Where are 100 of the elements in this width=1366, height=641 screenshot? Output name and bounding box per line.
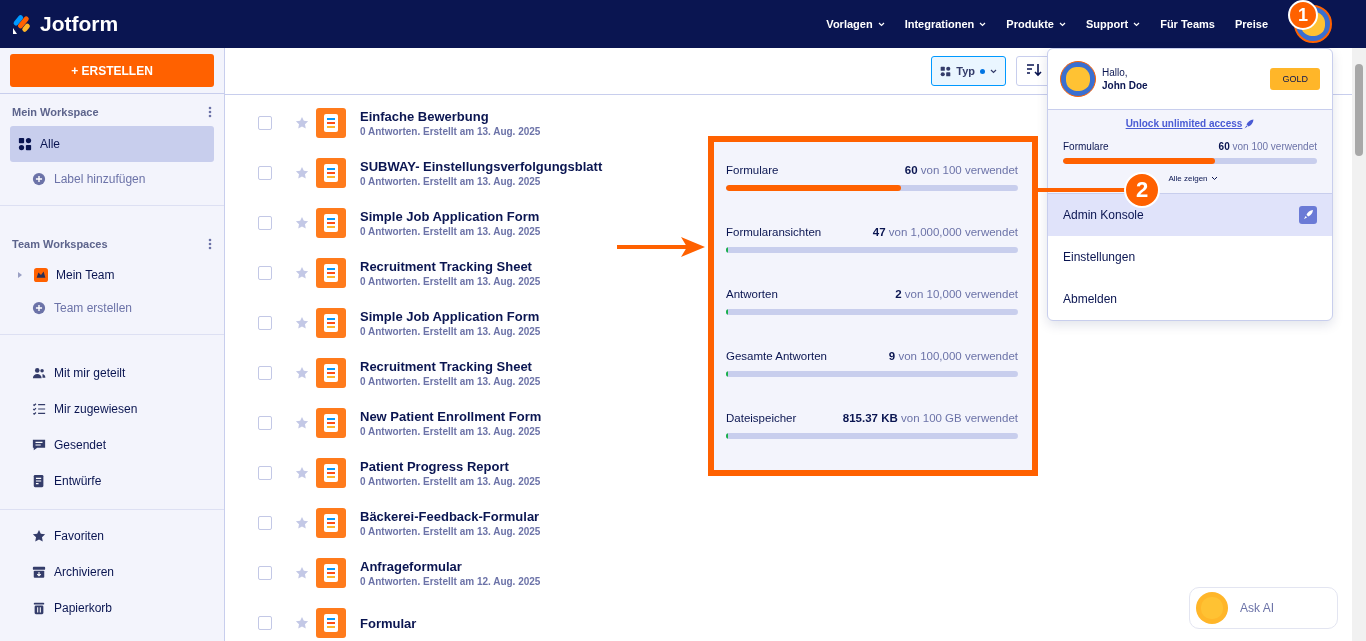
row-checkbox[interactable]	[258, 316, 272, 330]
star-icon[interactable]	[295, 516, 309, 530]
sidebar-item[interactable]: Gesendet	[10, 427, 214, 463]
form-title[interactable]: Patient Progress Report	[360, 459, 541, 474]
usage-count: 2	[895, 288, 902, 300]
sort-icon	[1026, 62, 1042, 77]
form-title[interactable]: Formular	[360, 615, 417, 631]
star-icon[interactable]	[295, 266, 309, 280]
row-checkbox[interactable]	[258, 216, 272, 230]
usage-count: 60	[904, 164, 918, 176]
usage-count: 815.37 KB	[842, 412, 898, 424]
row-checkbox[interactable]	[258, 366, 272, 380]
ask-ai-button[interactable]: Ask AI	[1189, 587, 1338, 629]
sidebar-item[interactable]: Mein Team	[10, 258, 214, 291]
form-meta: 0 Antworten. Erstellt am 13. Aug. 2025	[360, 526, 541, 537]
form-icon	[316, 508, 346, 538]
row-checkbox[interactable]	[258, 416, 272, 430]
usage-label: Dateispeicher	[726, 412, 797, 424]
usage-label: Antworten	[726, 288, 778, 300]
section-title: Team Workspaces	[12, 238, 108, 250]
caret-icon	[990, 68, 997, 74]
form-title[interactable]: Recruitment Tracking Sheet	[360, 359, 541, 374]
row-checkbox[interactable]	[258, 616, 272, 630]
caret-icon	[1210, 176, 1218, 181]
chat-icon	[32, 438, 46, 452]
sidebar-item[interactable]: Alle	[10, 126, 214, 162]
form-meta: 0 Antworten. Erstellt am 13. Aug. 2025	[360, 376, 541, 387]
nav-link[interactable]: Vorlagen	[816, 18, 895, 30]
form-icon	[316, 258, 346, 288]
more-options-icon[interactable]	[208, 106, 212, 118]
form-title[interactable]: Einfache Bewerbung	[360, 109, 541, 124]
form-icon	[316, 558, 346, 588]
form-title[interactable]: New Patient Enrollment Form	[360, 409, 542, 424]
star-icon[interactable]	[295, 566, 309, 580]
usage-limit: von 10,000 verwendet	[904, 288, 1018, 300]
form-icon	[316, 458, 346, 488]
nav-link[interactable]: Preise	[1224, 18, 1278, 30]
people-icon	[32, 366, 46, 380]
star-icon[interactable]	[295, 166, 309, 180]
row-checkbox[interactable]	[258, 566, 272, 580]
show-all-link[interactable]: Alle zeigen	[1163, 174, 1223, 183]
form-title[interactable]: Simple Job Application Form	[360, 309, 541, 324]
sidebar-item[interactable]: Entwürfe	[10, 463, 214, 499]
row-checkbox[interactable]	[258, 466, 272, 480]
assistant-avatar-icon	[1196, 592, 1228, 624]
usage-label: Formulare	[726, 164, 779, 176]
nav-link[interactable]: Support	[1076, 18, 1151, 30]
section-title: Mein Workspace	[12, 106, 99, 118]
sidebar-item[interactable]: Team erstellen	[10, 291, 214, 324]
nav-link[interactable]: Integrationen	[894, 18, 997, 30]
sidebar-item[interactable]: Mir zugewiesen	[10, 391, 214, 427]
star-icon[interactable]	[295, 316, 309, 330]
form-title[interactable]: Anfrageformular	[360, 559, 541, 574]
type-filter-button[interactable]: Typ	[931, 56, 1006, 86]
form-meta: 0 Antworten. Erstellt am 13. Aug. 2025	[360, 326, 541, 337]
usage-limit: von 100 verwendet	[1232, 141, 1317, 152]
form-meta: 0 Antworten. Erstellt am 12. Aug. 2025	[360, 576, 541, 587]
sidebar-item[interactable]: Favoriten	[10, 518, 214, 554]
logo-icon[interactable]	[12, 13, 32, 35]
row-checkbox[interactable]	[258, 116, 272, 130]
upgrade-link[interactable]: Unlock unlimited access	[1125, 118, 1243, 129]
logo-wordmark[interactable]: Jotform	[40, 12, 119, 36]
form-title[interactable]: Simple Job Application Form	[360, 209, 541, 224]
nav-link[interactable]: Produkte	[996, 18, 1076, 30]
form-title[interactable]: Recruitment Tracking Sheet	[360, 259, 541, 274]
grid-icon	[940, 65, 952, 77]
more-options-icon[interactable]	[208, 238, 212, 250]
sidebar-item[interactable]: Archivieren	[10, 554, 214, 590]
form-title[interactable]: Bäckerei-Feedback-Formular	[360, 509, 541, 524]
star-icon[interactable]	[295, 466, 309, 480]
star-icon[interactable]	[295, 366, 309, 380]
menu-item[interactable]: Einstellungen	[1048, 236, 1332, 278]
sidebar-item[interactable]: Papierkorb	[10, 590, 214, 626]
star-icon[interactable]	[295, 216, 309, 230]
form-meta: 0 Antworten. Erstellt am 13. Aug. 2025	[360, 226, 541, 237]
form-meta: 0 Antworten. Erstellt am 13. Aug. 2025	[360, 176, 542, 187]
usage-limit: von 100 verwendet	[920, 164, 1018, 176]
row-checkbox[interactable]	[258, 166, 272, 180]
user-avatar	[1060, 61, 1096, 97]
nav-link[interactable]: Für Teams	[1150, 18, 1225, 30]
row-checkbox[interactable]	[258, 266, 272, 280]
star-icon[interactable]	[295, 116, 309, 130]
user-name: John Doe	[1102, 80, 1148, 91]
row-checkbox[interactable]	[258, 516, 272, 530]
rocket-icon	[1244, 118, 1255, 129]
star-icon	[32, 529, 46, 543]
checklist-icon	[32, 402, 46, 416]
usage-limit: von 1,000,000 verwendet	[888, 226, 1018, 238]
form-title[interactable]: SUBWAY- Einstellungsverfolgungsblatt	[360, 159, 603, 174]
plus-circle-icon	[32, 171, 46, 186]
star-icon[interactable]	[295, 616, 309, 630]
expand-arrow-icon[interactable]	[18, 271, 22, 278]
grid-icon	[18, 137, 32, 151]
usage-label: Gesamte Antworten	[726, 350, 827, 362]
scrollbar[interactable]	[1352, 48, 1366, 641]
sidebar-item[interactable]: Label hinzufügen	[10, 162, 214, 195]
star-icon[interactable]	[295, 416, 309, 430]
greeting-text: Hallo,	[1102, 67, 1129, 78]
sidebar-item[interactable]: Mit mir geteilt	[10, 355, 214, 391]
menu-item[interactable]: Abmelden	[1048, 278, 1332, 320]
